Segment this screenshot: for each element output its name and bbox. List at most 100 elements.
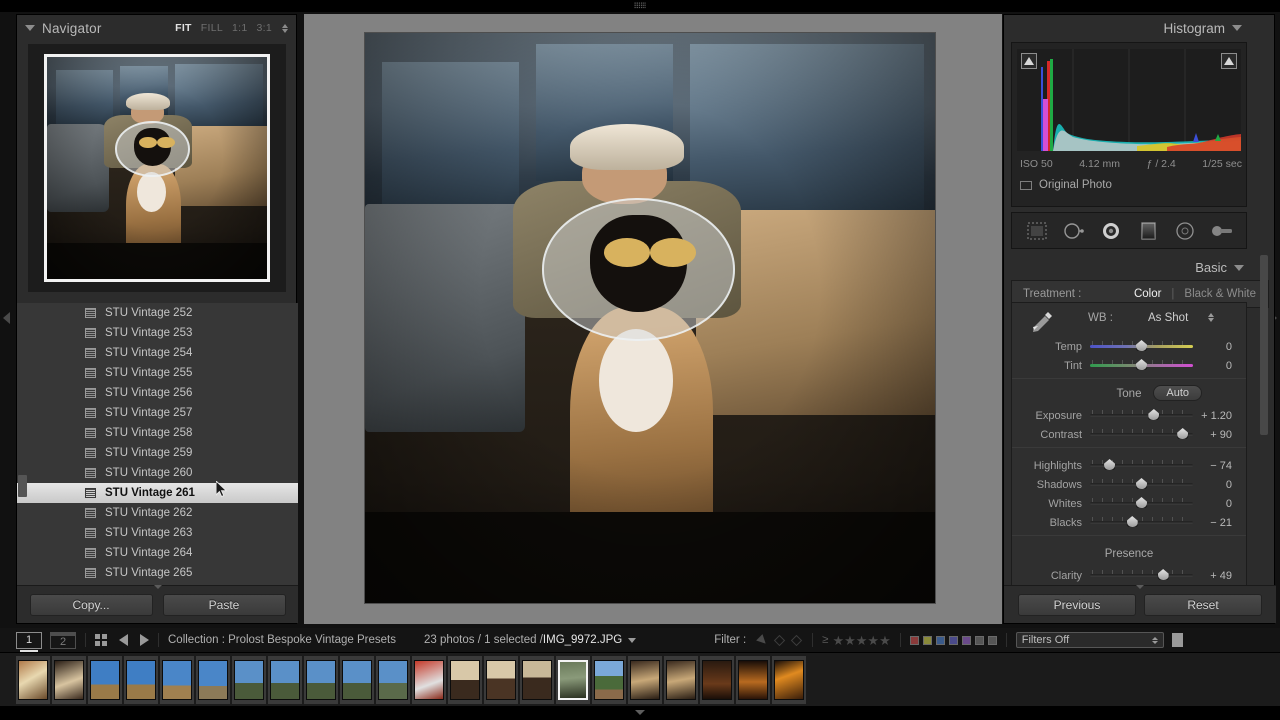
crop-overlay-tool[interactable] [1025, 220, 1049, 242]
shadow-clipping-triangle-icon[interactable] [1021, 53, 1037, 69]
filmstrip-item[interactable] [520, 656, 554, 704]
radial-filter-tool[interactable] [1173, 220, 1197, 242]
list-item[interactable]: STU Vintage 256 [17, 383, 298, 403]
filmstrip-item[interactable] [700, 656, 734, 704]
list-item[interactable]: STU Vintage 265 [17, 563, 298, 583]
filmstrip-item[interactable] [340, 656, 374, 704]
auto-tone-button[interactable]: Auto [1153, 385, 1202, 401]
filmstrip-item[interactable] [736, 656, 770, 704]
filmstrip-item[interactable] [304, 656, 338, 704]
slider-tint[interactable]: Tint 0 [1012, 356, 1246, 375]
histogram-plot[interactable] [1017, 49, 1241, 151]
slider-value[interactable]: − 74 [1193, 460, 1240, 472]
eyedropper-icon[interactable] [1026, 309, 1056, 333]
filmstrip-item[interactable] [196, 656, 230, 704]
red-eye-correction-tool[interactable] [1099, 220, 1123, 242]
wb-stepper-icon[interactable] [1208, 313, 1214, 322]
list-item[interactable]: STU Vintage 257 [17, 403, 298, 423]
zoom-mode-1-1[interactable]: 1:1 [232, 22, 248, 34]
slider-value[interactable]: 0 [1193, 341, 1240, 353]
slider-track[interactable] [1090, 517, 1193, 528]
chevron-down-icon[interactable] [628, 638, 636, 643]
list-item[interactable]: STU Vintage 262 [17, 503, 298, 523]
filmstrip-item[interactable] [52, 656, 86, 704]
slider-value[interactable]: + 90 [1193, 429, 1240, 441]
list-item[interactable]: STU Vintage 259 [17, 443, 298, 463]
slider-value[interactable]: 0 [1193, 360, 1240, 372]
filmstrip-item[interactable] [16, 656, 50, 704]
list-item[interactable]: STU Vintage 254 [17, 343, 298, 363]
filters-dropdown[interactable]: Filters Off [1016, 632, 1164, 648]
preset-list[interactable]: STU Vintage 252 STU Vintage 253 STU Vint… [17, 303, 298, 587]
triangle-down-icon[interactable] [1234, 265, 1244, 271]
slider-track[interactable] [1090, 341, 1193, 352]
arrow-right-icon[interactable] [140, 634, 149, 646]
flag-reject-icon[interactable] [790, 634, 803, 647]
up-down-stepper-icon[interactable] [282, 24, 288, 33]
zoom-mode-fill[interactable]: FILL [201, 22, 223, 34]
histogram-header[interactable]: Histogram [1004, 15, 1274, 41]
filmstrip-item[interactable] [628, 656, 662, 704]
panel-resize-nub[interactable] [1136, 585, 1144, 589]
slider-track[interactable] [1090, 460, 1193, 471]
slider-track[interactable] [1090, 429, 1193, 440]
color-label-none[interactable] [975, 636, 984, 645]
slider-track[interactable] [1090, 570, 1193, 581]
main-photo[interactable] [365, 33, 935, 603]
bottom-panel-handle[interactable] [0, 706, 1280, 720]
flag-pick-icon[interactable] [756, 634, 769, 647]
slider-temp[interactable]: Temp 0 [1012, 337, 1246, 356]
list-item-selected[interactable]: STU Vintage 261 [17, 483, 298, 503]
filmstrip-item[interactable] [412, 656, 446, 704]
filmstrip-item[interactable] [268, 656, 302, 704]
previous-button[interactable]: Previous [1018, 594, 1136, 616]
list-item[interactable]: STU Vintage 255 [17, 363, 298, 383]
grid-view-icon[interactable] [95, 634, 107, 646]
star-icon[interactable]: ★ [832, 634, 844, 647]
wb-value[interactable]: As Shot [1148, 312, 1188, 324]
color-label-custom[interactable] [988, 636, 997, 645]
navigator-header[interactable]: Navigator FIT FILL 1:1 3:1 [17, 15, 296, 41]
graduated-filter-tool[interactable] [1136, 220, 1160, 242]
right-panel-scrollbar[interactable] [1260, 255, 1268, 435]
slider-value[interactable]: 0 [1193, 479, 1240, 491]
list-item[interactable]: STU Vintage 264 [17, 543, 298, 563]
filmstrip-item[interactable] [664, 656, 698, 704]
color-label-blue[interactable] [936, 636, 945, 645]
slider-contrast[interactable]: Contrast + 90 [1012, 425, 1246, 444]
slider-track[interactable] [1090, 410, 1193, 421]
star-icon[interactable]: ★ [844, 634, 856, 647]
filmstrip-item[interactable] [772, 656, 806, 704]
slider-value[interactable]: − 21 [1193, 517, 1240, 529]
filmstrip-item[interactable] [592, 656, 626, 704]
flag-unflagged-icon[interactable] [773, 634, 786, 647]
left-panel-scrollbar[interactable] [18, 475, 27, 497]
color-label-yellow[interactable] [923, 636, 932, 645]
slider-track[interactable] [1090, 360, 1193, 371]
slider-highlights[interactable]: Highlights − 74 [1012, 456, 1246, 475]
filmstrip-item[interactable] [124, 656, 158, 704]
list-item[interactable]: STU Vintage 263 [17, 523, 298, 543]
navigator-preview-image[interactable] [44, 54, 270, 282]
list-item[interactable]: STU Vintage 253 [17, 323, 298, 343]
slider-track[interactable] [1090, 498, 1193, 509]
spot-removal-tool[interactable] [1062, 220, 1086, 242]
filter-lock-icon[interactable] [1172, 633, 1183, 647]
color-label-purple[interactable] [949, 636, 958, 645]
filmstrip-item[interactable] [232, 656, 266, 704]
color-label-violet[interactable] [962, 636, 971, 645]
filmstrip-item[interactable] [88, 656, 122, 704]
treatment-color-option[interactable]: Color [1134, 288, 1161, 300]
filmstrip-item-selected[interactable] [556, 656, 590, 704]
basic-panel-header[interactable]: Basic [1004, 255, 1276, 280]
screen-2-button[interactable]: 2 [50, 632, 76, 649]
rating-operator[interactable]: ≥ [822, 634, 828, 646]
image-preview-area[interactable] [304, 14, 1002, 624]
current-filename[interactable]: IMG_9972.JPG [543, 634, 622, 646]
triangle-down-icon[interactable] [25, 25, 35, 31]
zoom-mode-fit[interactable]: FIT [175, 22, 192, 34]
slider-blacks[interactable]: Blacks − 21 [1012, 513, 1246, 532]
filmstrip-item[interactable] [448, 656, 482, 704]
panel-resize-nub[interactable] [154, 585, 162, 589]
original-photo-row[interactable]: Original Photo [1020, 179, 1112, 191]
